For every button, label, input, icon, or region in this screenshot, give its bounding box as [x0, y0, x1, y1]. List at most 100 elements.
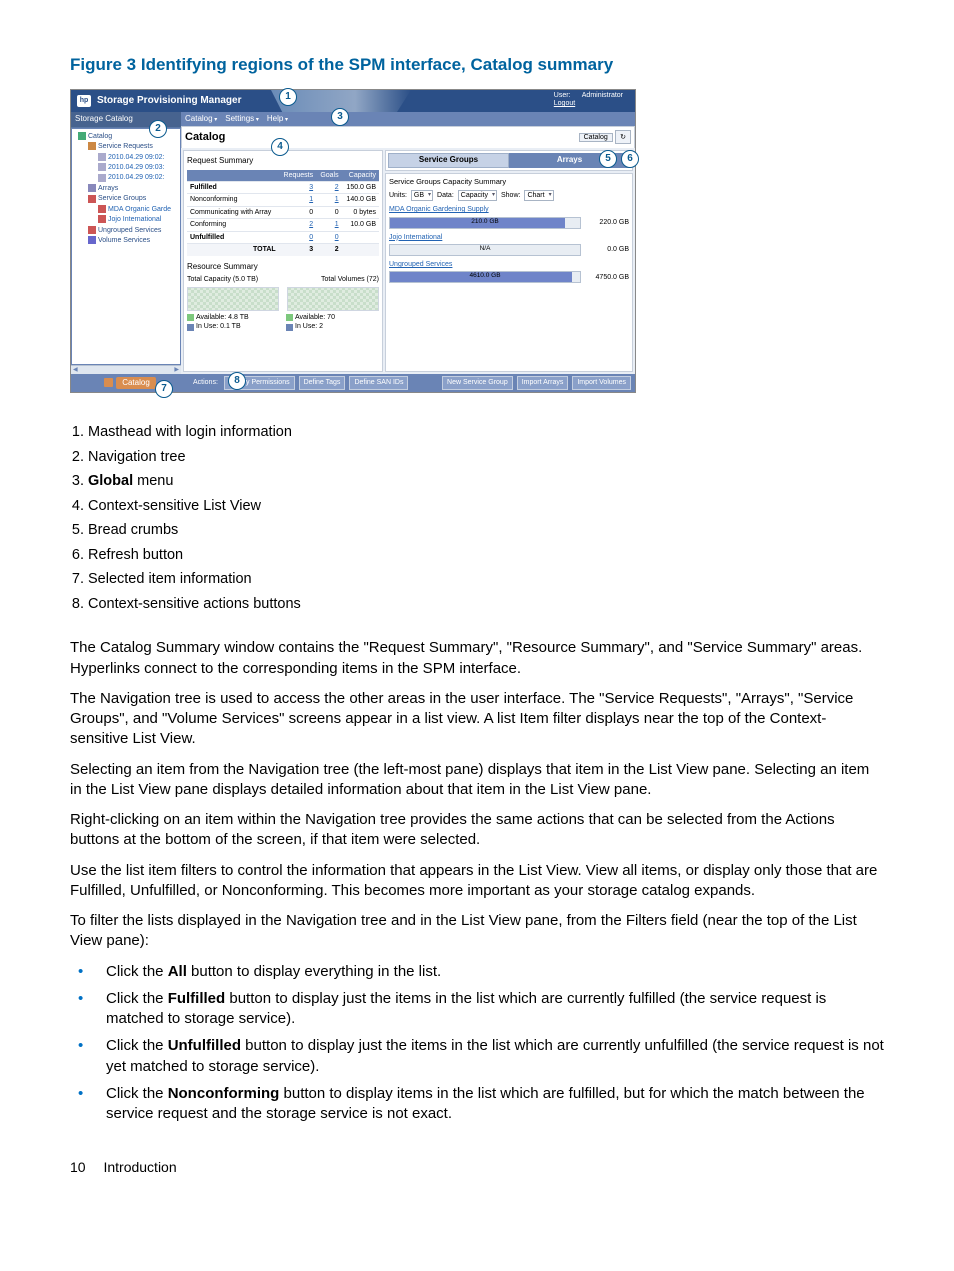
- import-volumes-button[interactable]: Import Volumes: [572, 376, 631, 389]
- table-row[interactable]: Unfulfilled00: [187, 231, 379, 243]
- nav-tree[interactable]: Catalog Service Requests 2010.04.29 09:0…: [72, 129, 180, 364]
- callout-list: Masthead with login information Navigati…: [88, 423, 884, 615]
- catalog-heading: Catalog: [185, 130, 225, 145]
- list-item: Bread crumbs: [88, 521, 884, 541]
- item-icon: [98, 163, 106, 171]
- tree-service-requests[interactable]: Service Requests: [74, 142, 178, 151]
- selected-item: Catalog: [116, 377, 156, 390]
- refresh-icon: ↻: [620, 133, 626, 142]
- table-row[interactable]: Communicating with Array000 bytes: [187, 206, 379, 218]
- list-item: Click the Nonconforming button to displa…: [70, 1084, 884, 1125]
- sg-name[interactable]: Jojo International: [389, 233, 629, 242]
- units-select[interactable]: GB: [411, 190, 433, 201]
- sidebar: Storage Catalog Catalog Service Requests…: [71, 112, 181, 374]
- sg-name[interactable]: Ungrouped Services: [389, 260, 629, 269]
- volumes-chart: [287, 287, 379, 311]
- show-select[interactable]: Chart: [524, 190, 553, 201]
- group-icon: [98, 205, 106, 213]
- callout-1: 1: [279, 88, 297, 106]
- callout-5: 5: [599, 150, 617, 168]
- filter-bullets: Click the All button to display everythi…: [70, 962, 884, 1125]
- legend-inuse-cap: In Use: 0.1 TB: [196, 322, 241, 331]
- import-arrays-button[interactable]: Import Arrays: [517, 376, 569, 389]
- show-label: Show:: [501, 191, 520, 200]
- spm-window: 1 2 3 4 5 6 7 8 hp Storage Provisioning …: [70, 89, 636, 393]
- sg-bar: 210.0 GB: [389, 217, 581, 229]
- total-volumes: Total Volumes (72): [321, 275, 379, 284]
- data-select[interactable]: Capacity: [458, 190, 497, 201]
- body-paragraph: The Catalog Summary window contains the …: [70, 638, 884, 679]
- logout-link[interactable]: Logout: [554, 100, 623, 108]
- body-paragraph: Right-clicking on an item within the Nav…: [70, 810, 884, 851]
- global-menu: Catalog Settings Help: [181, 112, 635, 126]
- tree-volume-services[interactable]: Volume Services: [74, 236, 178, 245]
- new-service-group-button[interactable]: New Service Group: [442, 376, 513, 389]
- hp-logo-icon: hp: [77, 95, 91, 107]
- table-row[interactable]: Conforming2110.0 GB: [187, 219, 379, 231]
- item-icon: [98, 174, 106, 182]
- tree-request-item[interactable]: 2010.04.29 09:02:: [74, 173, 178, 182]
- list-view: Request Summary RequestsGoalsCapacity Fu…: [181, 148, 635, 374]
- group-icon: [88, 195, 96, 203]
- callout-4: 4: [271, 138, 289, 156]
- tree-request-item[interactable]: 2010.04.29 09:03:: [74, 163, 178, 172]
- tree-arrays[interactable]: Arrays: [74, 184, 178, 193]
- masthead: hp Storage Provisioning Manager User:Adm…: [71, 90, 635, 112]
- legend-swatch-icon: [187, 314, 194, 321]
- callout-6: 6: [621, 150, 639, 168]
- user-value: Administrator: [582, 92, 623, 99]
- list-item: Global menu: [88, 472, 884, 492]
- callout-2: 2: [149, 120, 167, 138]
- body-paragraph: Use the list item filters to control the…: [70, 861, 884, 902]
- sg-bar-row: 4610.0 GB4750.0 GB: [389, 271, 629, 283]
- list-item: Navigation tree: [88, 448, 884, 468]
- sg-name[interactable]: MDA Organic Gardening Supply: [389, 205, 629, 214]
- total-capacity: Total Capacity (5.0 TB): [187, 275, 258, 284]
- list-item: Selected item information: [88, 570, 884, 590]
- tree-request-item[interactable]: 2010.04.29 09:02:: [74, 153, 178, 162]
- sg-bar-row: N/A0.0 GB: [389, 244, 629, 256]
- callout-7: 7: [155, 380, 173, 398]
- table-row[interactable]: Fulfilled32150.0 GB: [187, 182, 379, 194]
- tree-service-groups[interactable]: Service Groups: [74, 194, 178, 203]
- app-title: Storage Provisioning Manager: [97, 94, 241, 108]
- sg-cap: 0.0 GB: [585, 245, 629, 254]
- table-row[interactable]: Nonconforming11140.0 GB: [187, 194, 379, 206]
- actions-bar: Actions: Modify Permissions Define Tags …: [189, 374, 635, 392]
- legend-inuse-vol: In Use: 2: [295, 322, 323, 331]
- sg-cap: 220.0 GB: [585, 218, 629, 227]
- refresh-button[interactable]: ↻: [615, 130, 631, 144]
- table-row-total: TOTAL32: [187, 244, 379, 256]
- group-icon: [88, 226, 96, 234]
- body-paragraph: The Navigation tree is used to access th…: [70, 689, 884, 750]
- tab-service-groups[interactable]: Service Groups: [388, 153, 509, 168]
- menu-help[interactable]: Help: [267, 114, 288, 125]
- request-summary-title: Request Summary: [187, 156, 379, 167]
- breadcrumb[interactable]: Catalog: [579, 133, 613, 142]
- sg-bar-row: 210.0 GB 220.0 GB: [389, 217, 629, 229]
- figure-title: Figure 3 Identifying regions of the SPM …: [70, 54, 884, 77]
- callout-8: 8: [228, 372, 246, 390]
- tree-scrollbar[interactable]: ◀▶: [71, 365, 181, 374]
- legend-swatch-icon: [286, 314, 293, 321]
- volume-icon: [88, 236, 96, 244]
- item-icon: [98, 153, 106, 161]
- body-paragraph: To filter the lists displayed in the Nav…: [70, 911, 884, 952]
- resource-summary-title: Resource Summary: [187, 262, 379, 273]
- tree-sg-item[interactable]: MDA Organic Garde: [74, 205, 178, 214]
- define-san-ids-button[interactable]: Define SAN IDs: [349, 376, 408, 389]
- tree-ungrouped[interactable]: Ungrouped Services: [74, 226, 178, 235]
- menu-catalog[interactable]: Catalog: [185, 114, 217, 125]
- legend-available-cap: Available: 4.8 TB: [196, 313, 249, 322]
- menu-settings[interactable]: Settings: [225, 114, 259, 125]
- user-label: User:: [554, 92, 582, 100]
- callout-3: 3: [331, 108, 349, 126]
- list-item: Click the Fulfilled button to display ju…: [70, 989, 884, 1030]
- define-tags-button[interactable]: Define Tags: [299, 376, 346, 389]
- folder-icon: [78, 132, 86, 140]
- sg-capacity-title: Service Groups Capacity Summary: [389, 177, 629, 187]
- tree-sg-item[interactable]: Jojo International: [74, 215, 178, 224]
- legend-swatch-icon: [187, 324, 194, 331]
- list-item: Masthead with login information: [88, 423, 884, 443]
- units-label: Units:: [389, 191, 407, 200]
